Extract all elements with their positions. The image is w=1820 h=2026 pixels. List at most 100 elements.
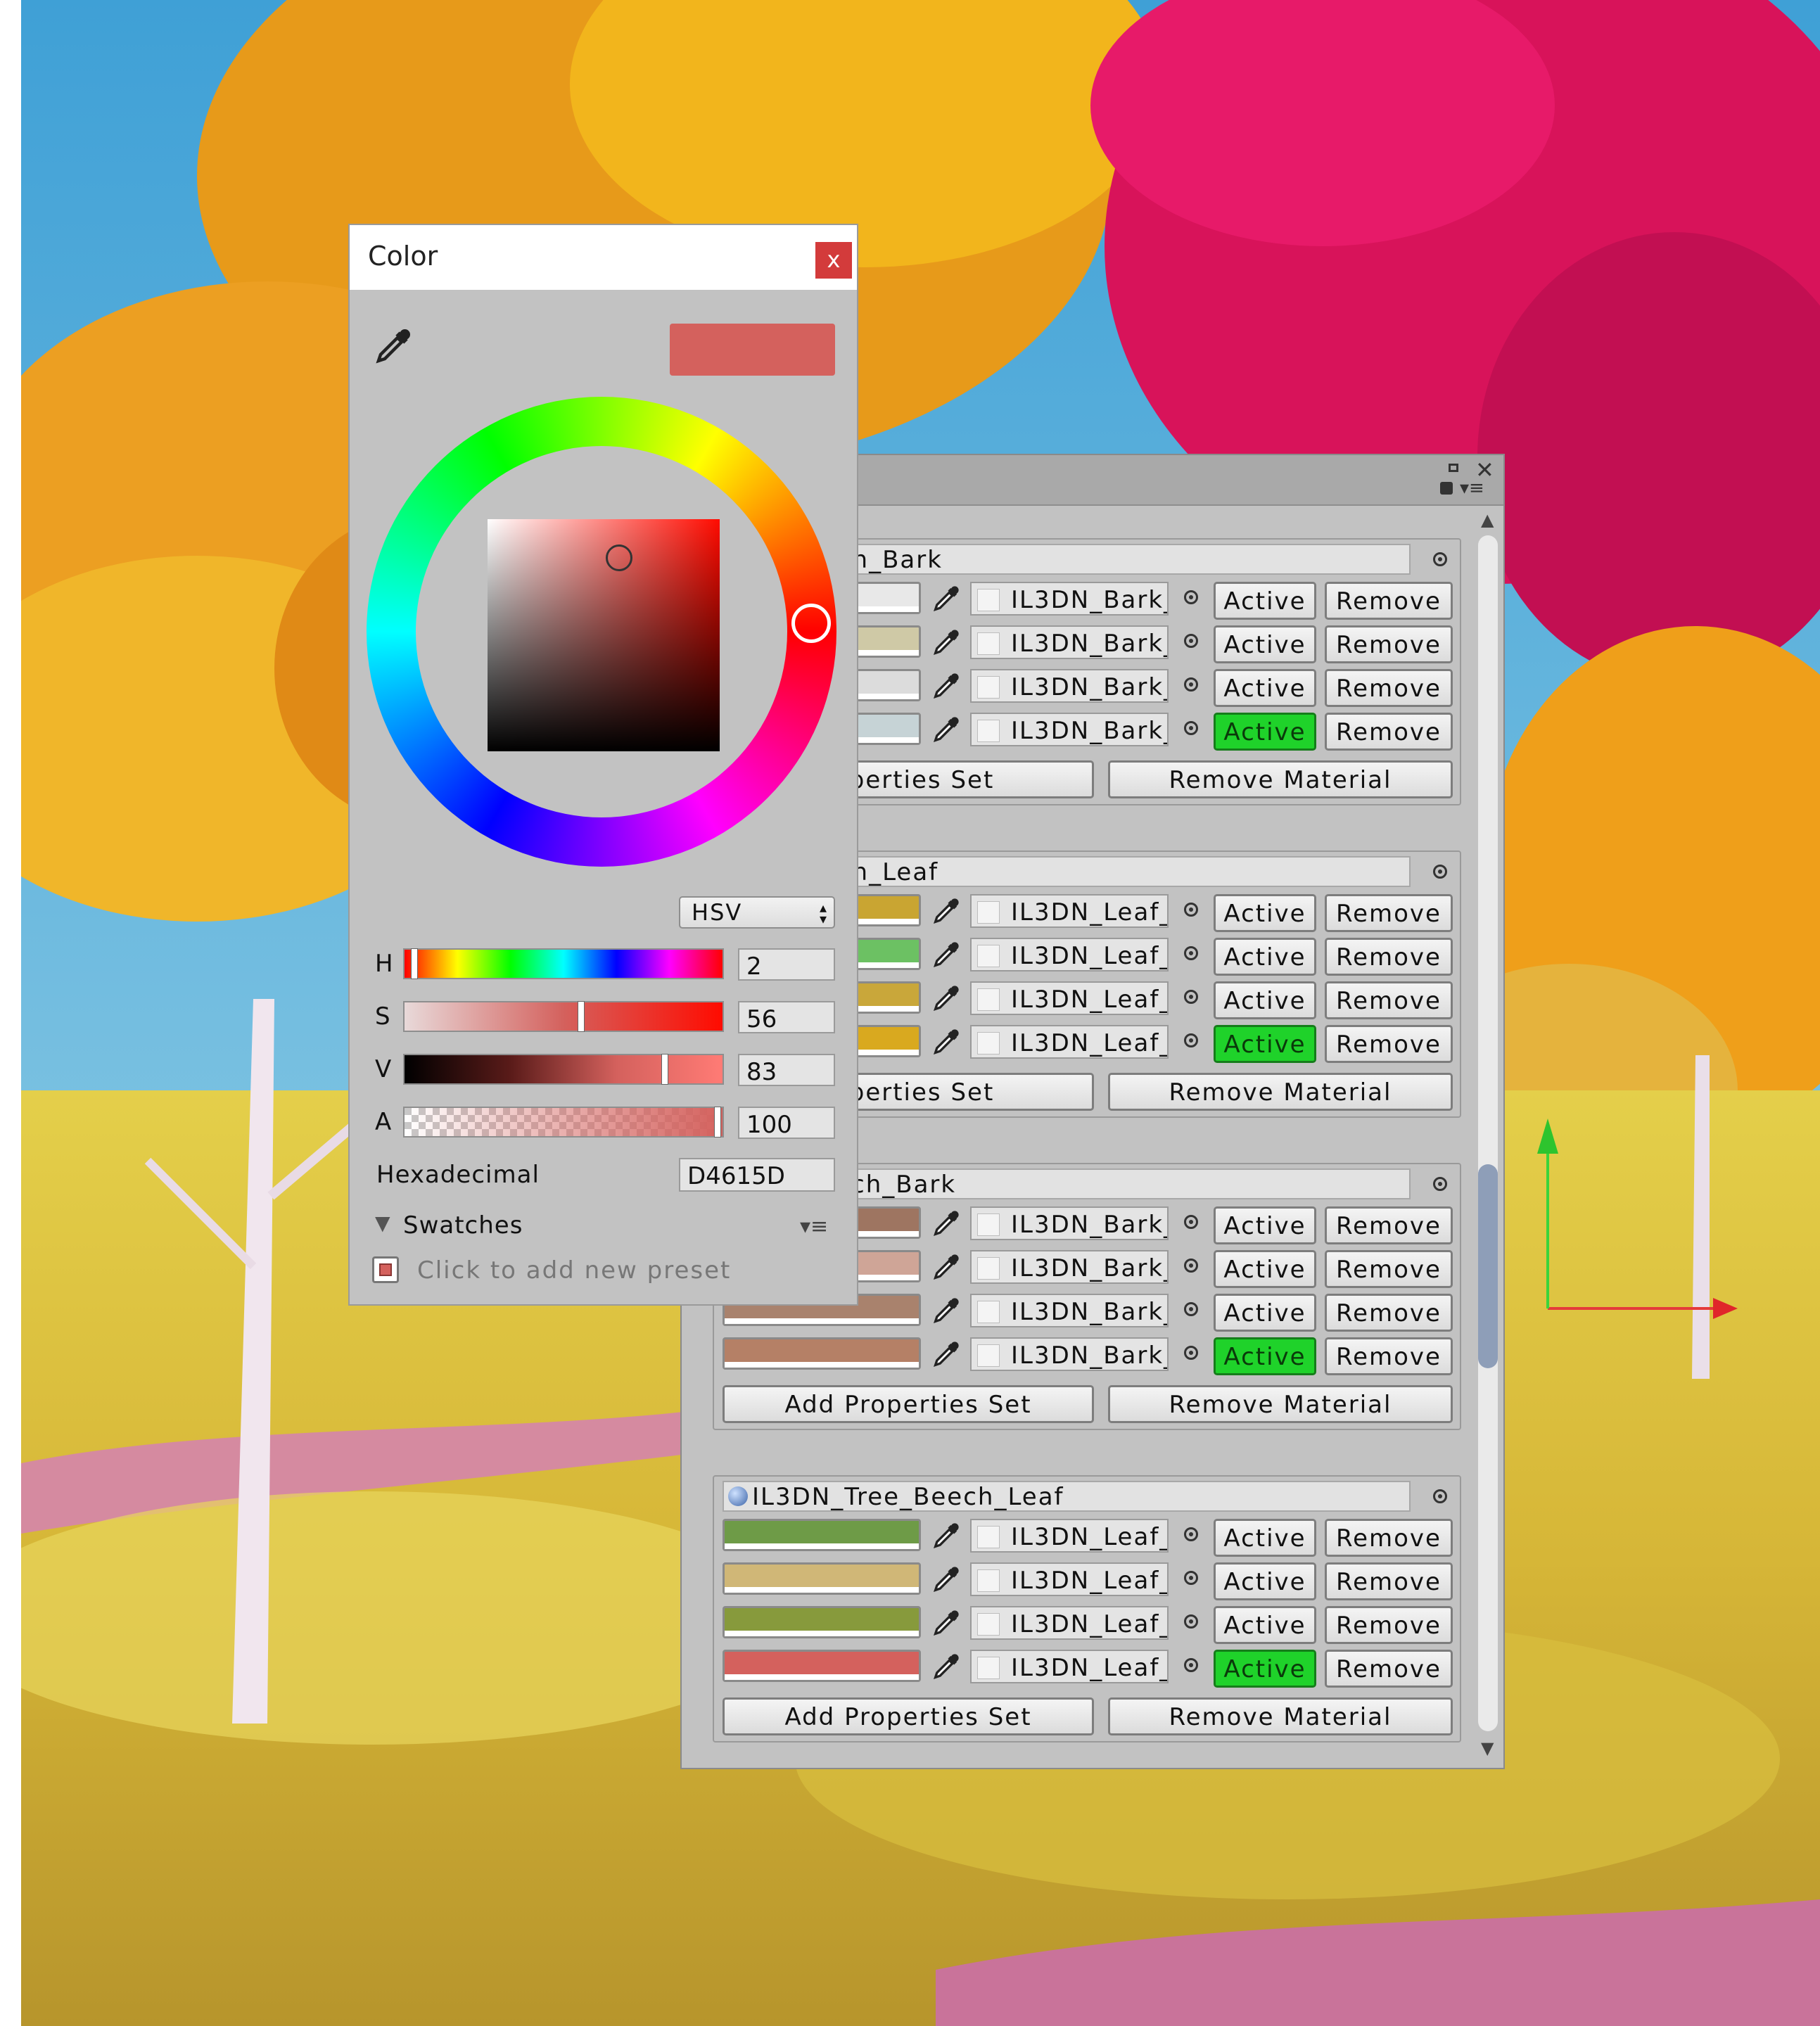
active-button[interactable]: Active — [1214, 669, 1316, 707]
slider-track-a[interactable] — [403, 1107, 724, 1138]
remove-button[interactable]: Remove — [1325, 669, 1453, 707]
remove-material-button[interactable]: Remove Material — [1108, 1697, 1453, 1735]
material-object-field[interactable]: IL3DN_Bark_ — [970, 1250, 1169, 1284]
active-button[interactable]: Active — [1214, 1294, 1316, 1332]
color-swatch[interactable] — [723, 1650, 921, 1682]
lock-icon[interactable] — [1440, 482, 1453, 495]
object-picker-icon[interactable] — [1184, 1259, 1198, 1273]
material-object-field[interactable]: IL3DN_Bark_ — [970, 1206, 1169, 1240]
eyedropper-icon[interactable] — [931, 1607, 962, 1638]
remove-button[interactable]: Remove — [1325, 713, 1453, 751]
active-button[interactable]: Active — [1214, 1606, 1316, 1644]
active-button[interactable]: Active — [1214, 1650, 1316, 1688]
eyedropper-icon[interactable] — [931, 583, 962, 614]
material-select-icon[interactable] — [1433, 1489, 1447, 1503]
material-object-field[interactable]: IL3DN_Bark_ — [970, 669, 1169, 703]
active-button[interactable]: Active — [1214, 1206, 1316, 1244]
slider-handle-s[interactable] — [578, 1001, 585, 1032]
add-properties-set-button[interactable]: Add Properties Set — [723, 1697, 1094, 1735]
object-picker-icon[interactable] — [1184, 1527, 1198, 1541]
slider-handle-a[interactable] — [714, 1107, 721, 1138]
slider-value-v[interactable]: 83 — [738, 1054, 835, 1086]
active-button[interactable]: Active — [1214, 894, 1316, 932]
object-picker-icon[interactable] — [1184, 721, 1198, 735]
material-select-icon[interactable] — [1433, 1177, 1447, 1191]
remove-material-button[interactable]: Remove Material — [1108, 1385, 1453, 1423]
material-object-field[interactable]: IL3DN_Bark_ — [970, 625, 1169, 659]
material-object-field[interactable]: IL3DN_Leaf_ — [970, 1519, 1169, 1553]
scroll-down-arrow[interactable]: ▼ — [1481, 1738, 1494, 1758]
eyedropper-icon[interactable] — [931, 1651, 962, 1682]
eyedropper-icon[interactable] — [931, 939, 962, 970]
remove-button[interactable]: Remove — [1325, 1250, 1453, 1288]
remove-button[interactable]: Remove — [1325, 981, 1453, 1019]
eyedropper-icon[interactable] — [931, 714, 962, 745]
object-picker-icon[interactable] — [1184, 634, 1198, 648]
scroll-up-arrow[interactable]: ▲ — [1481, 510, 1494, 530]
color-swatch[interactable] — [723, 1562, 921, 1595]
active-button[interactable]: Active — [1214, 1025, 1316, 1063]
material-select-icon[interactable] — [1433, 552, 1447, 566]
saturation-value-square[interactable] — [488, 519, 720, 751]
swatches-menu-icon[interactable]: ▾≡ — [800, 1214, 828, 1239]
remove-button[interactable]: Remove — [1325, 1650, 1453, 1688]
remove-button[interactable]: Remove — [1325, 625, 1453, 663]
active-button[interactable]: Active — [1214, 1562, 1316, 1600]
eyedropper-icon[interactable] — [931, 1339, 962, 1370]
material-object-field[interactable]: IL3DN_Bark_ — [970, 1294, 1169, 1327]
sv-handle[interactable] — [606, 544, 632, 571]
material-object-field[interactable]: IL3DN_Leaf_ — [970, 1650, 1169, 1683]
slider-track-h[interactable] — [403, 948, 724, 979]
material-object-field[interactable]: IL3DN_Leaf_ — [970, 894, 1169, 928]
object-picker-icon[interactable] — [1184, 1658, 1198, 1672]
material-object-field[interactable]: IL3DN_Bark_ — [970, 713, 1169, 746]
active-button[interactable]: Active — [1214, 582, 1316, 620]
eyedropper-icon[interactable] — [931, 1520, 962, 1551]
eyedropper-icon[interactable] — [931, 1251, 962, 1282]
object-picker-icon[interactable] — [1184, 1302, 1198, 1316]
object-picker-icon[interactable] — [1184, 1215, 1198, 1229]
eyedropper-icon[interactable] — [931, 983, 962, 1014]
object-picker-icon[interactable] — [1184, 946, 1198, 960]
remove-material-button[interactable]: Remove Material — [1108, 760, 1453, 798]
material-object-field[interactable]: IL3DN_Bark_ — [970, 1337, 1169, 1371]
menu-icon[interactable]: ▾≡ — [1460, 478, 1484, 499]
object-picker-icon[interactable] — [1184, 990, 1198, 1004]
remove-button[interactable]: Remove — [1325, 1519, 1453, 1557]
remove-button[interactable]: Remove — [1325, 1206, 1453, 1244]
add-preset-icon[interactable] — [372, 1256, 399, 1283]
eyedropper-icon[interactable] — [372, 325, 414, 367]
material-object-field[interactable]: IL3DN_Bark_ — [970, 582, 1169, 616]
remove-button[interactable]: Remove — [1325, 1294, 1453, 1332]
material-object-field[interactable]: IL3DN_Leaf_ — [970, 1606, 1169, 1640]
active-button[interactable]: Active — [1214, 713, 1316, 751]
slider-value-h[interactable]: 2 — [738, 948, 835, 981]
active-button[interactable]: Active — [1214, 1250, 1316, 1288]
remove-button[interactable]: Remove — [1325, 938, 1453, 976]
active-button[interactable]: Active — [1214, 938, 1316, 976]
object-picker-icon[interactable] — [1184, 903, 1198, 917]
active-button[interactable]: Active — [1214, 625, 1316, 663]
material-object-field[interactable]: IL3DN_Leaf_ — [970, 981, 1169, 1015]
remove-button[interactable]: Remove — [1325, 1025, 1453, 1063]
color-mode-select[interactable]: HSV ▴ ▾ — [679, 896, 835, 929]
scroll-thumb[interactable] — [1478, 1164, 1498, 1368]
color-swatch[interactable] — [723, 1519, 921, 1551]
color-swatch[interactable] — [723, 1606, 921, 1638]
slider-handle-v[interactable] — [661, 1054, 668, 1085]
remove-button[interactable]: Remove — [1325, 1606, 1453, 1644]
eyedropper-icon[interactable] — [931, 627, 962, 658]
slider-track-v[interactable] — [403, 1054, 724, 1085]
swatches-label[interactable]: Swatches — [403, 1211, 523, 1240]
close-button[interactable]: x — [815, 242, 852, 279]
material-object-field[interactable]: IL3DN_Leaf_ — [970, 938, 1169, 971]
vertical-scrollbar[interactable]: ▲ ▼ — [1474, 510, 1502, 1762]
slider-track-s[interactable] — [403, 1001, 724, 1032]
active-button[interactable]: Active — [1214, 1337, 1316, 1375]
object-picker-icon[interactable] — [1184, 677, 1198, 692]
material-header[interactable]: IL3DN_Tree_Beech_Leaf — [723, 1481, 1411, 1512]
object-picker-icon[interactable] — [1184, 1614, 1198, 1629]
remove-button[interactable]: Remove — [1325, 582, 1453, 620]
active-button[interactable]: Active — [1214, 981, 1316, 1019]
object-picker-icon[interactable] — [1184, 1033, 1198, 1047]
